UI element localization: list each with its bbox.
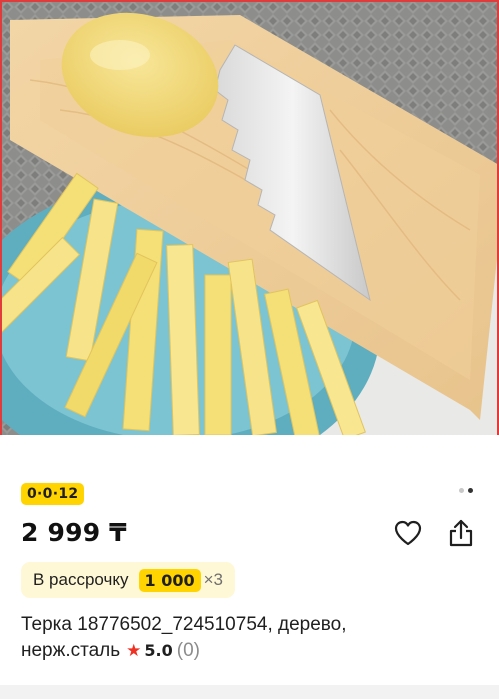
gallery-dot[interactable]	[459, 488, 464, 493]
product-rating[interactable]: ★ 5.0 (0)	[120, 640, 200, 661]
installment-offer[interactable]: В рассрочку 1 000 ×3	[21, 562, 235, 598]
gallery-dot-active[interactable]	[468, 488, 473, 493]
share-button[interactable]	[445, 517, 477, 549]
installment-multiplier: ×3	[203, 570, 223, 589]
product-title-block[interactable]: Терка 18776502_724510754, дерево, нерж.с…	[21, 612, 491, 664]
review-count: (0)	[176, 640, 200, 661]
installment-plan-badge: 0·0·12	[21, 483, 85, 505]
heart-icon	[394, 520, 422, 546]
gallery-pagination	[459, 488, 473, 493]
rating-value: 5.0	[144, 641, 173, 660]
product-card: 0·0·12 2 999 ₸ В рассрочку 1 000 ×3 Терк…	[0, 435, 499, 685]
product-image[interactable]	[0, 0, 499, 435]
favorite-button[interactable]	[392, 517, 424, 549]
section-divider	[0, 685, 499, 699]
potato-slicer-photo	[0, 0, 499, 435]
installment-amount: 1 000	[138, 568, 201, 592]
installment-label: В рассрочку	[33, 570, 129, 589]
share-icon	[449, 519, 473, 547]
star-icon: ★	[126, 641, 142, 660]
product-price: 2 999 ₸	[21, 518, 127, 547]
